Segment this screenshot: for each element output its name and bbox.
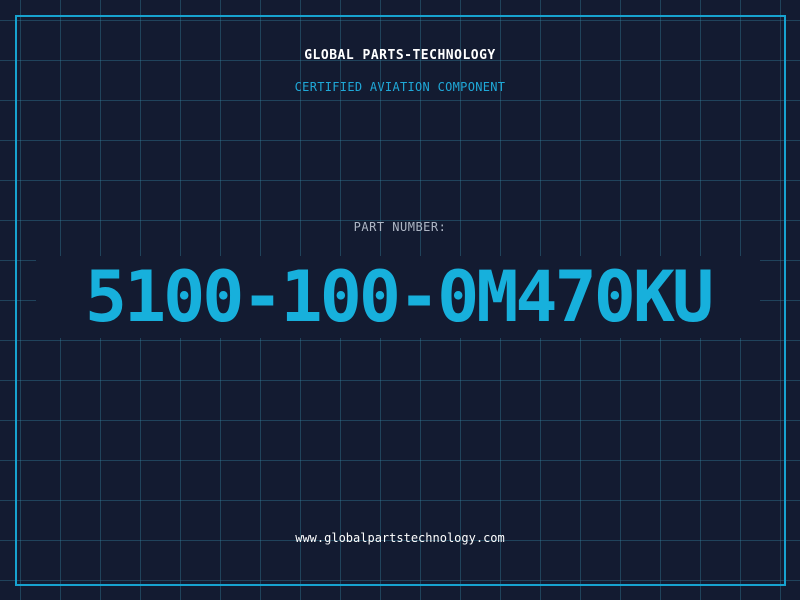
certification-subtitle: CERTIFIED AVIATION COMPONENT [294,80,506,94]
part-number-label: PART NUMBER: [353,220,447,234]
brand-name: GLOBAL PARTS-TECHNOLOGY [304,48,496,63]
part-label-card: GLOBAL PARTS-TECHNOLOGY CERTIFIED AVIATI… [0,0,800,600]
part-number-panel: 5100-100-0M470KU [36,256,760,338]
part-number-value: 5100-100-0M470KU [84,256,714,338]
website-url: www.globalpartstechnology.com [295,531,505,545]
